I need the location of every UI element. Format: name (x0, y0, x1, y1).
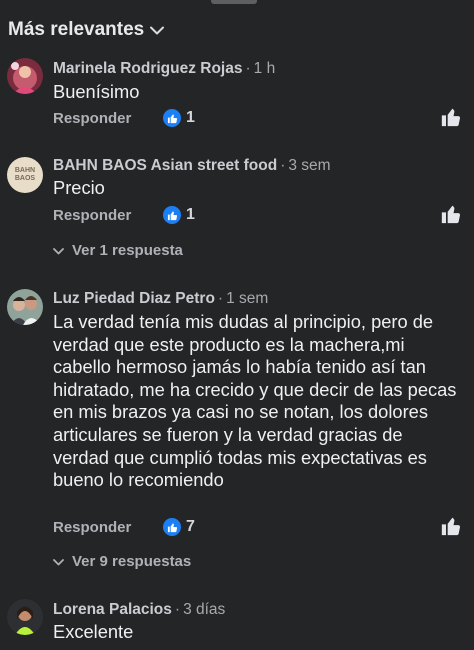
avatar-logo-text: BAHN BAOS (14, 167, 36, 182)
comment-text: La verdad tenía mis dudas al principio, … (53, 311, 457, 491)
comment-text: Precio (53, 177, 105, 198)
view-replies-button[interactable]: Ver 1 respuesta (53, 242, 183, 259)
like-reaction-icon (163, 109, 181, 127)
view-replies-label: Ver 9 respuestas (72, 553, 192, 570)
comment-time: 3 días (183, 601, 226, 618)
like-reaction-icon (163, 206, 181, 224)
comment-time: 1 h (253, 60, 276, 77)
like-button-icon[interactable] (441, 516, 461, 536)
reaction-count: 7 (186, 518, 195, 535)
sheet-drag-handle[interactable] (211, 0, 257, 4)
reaction-summary[interactable]: 7 (163, 518, 195, 536)
comment-time: 3 sem (288, 157, 331, 174)
reaction-summary[interactable]: 1 (163, 206, 195, 224)
chevron-down-icon (53, 555, 64, 569)
sort-dropdown[interactable]: Más relevantes (8, 19, 165, 41)
view-replies-label: Ver 1 respuesta (72, 242, 183, 259)
like-button-icon[interactable] (441, 204, 461, 224)
avatar[interactable]: BAHN BAOS (7, 157, 43, 193)
reply-button[interactable]: Responder (53, 110, 131, 127)
comment-author[interactable]: Lorena Palacios (53, 601, 172, 618)
reaction-count: 1 (186, 109, 195, 126)
comment-text: Excelente (53, 621, 134, 642)
like-button-icon[interactable] (441, 107, 461, 127)
comment-author[interactable]: Marinela Rodriguez Rojas (53, 60, 242, 77)
comments-sheet: Más relevantes Marinela Rodriguez Rojas ·… (0, 0, 474, 650)
chevron-down-icon (53, 244, 64, 258)
reply-button[interactable]: Responder (53, 519, 131, 536)
chevron-down-icon (150, 22, 165, 39)
comment-text: Buenísimo (53, 81, 140, 102)
like-reaction-icon (163, 518, 181, 536)
avatar[interactable] (7, 599, 43, 635)
avatar[interactable] (7, 289, 43, 325)
avatar[interactable] (7, 58, 43, 94)
reaction-summary[interactable]: 1 (163, 109, 195, 127)
comment-author[interactable]: Luz Piedad Diaz Petro (53, 290, 215, 307)
comment-time: 1 sem (226, 290, 269, 307)
view-replies-button[interactable]: Ver 9 respuestas (53, 553, 191, 570)
sort-label: Más relevantes (8, 19, 145, 40)
reply-button[interactable]: Responder (53, 207, 131, 224)
comment-author[interactable]: BAHN BAOS Asian street food (53, 157, 277, 174)
reaction-count: 1 (186, 206, 195, 223)
